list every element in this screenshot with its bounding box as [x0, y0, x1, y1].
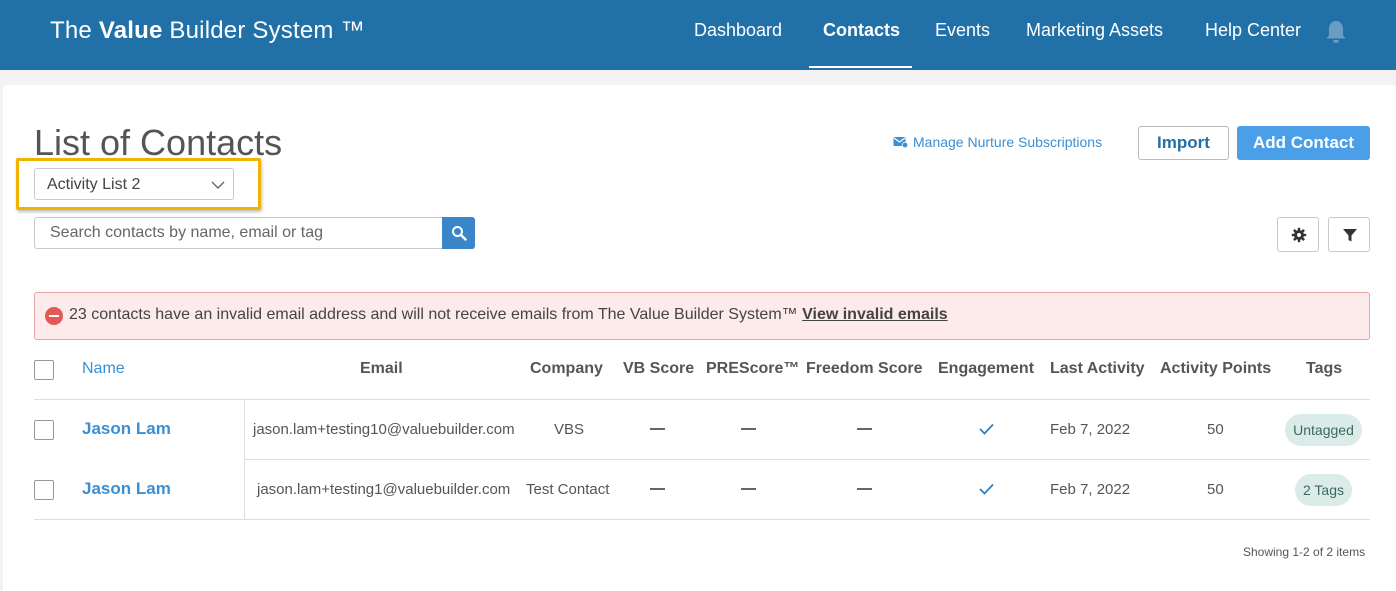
invalid-email-alert: 23 contacts have an invalid email addres… — [34, 292, 1370, 340]
nav-help-center[interactable]: Help Center — [1205, 20, 1301, 41]
nav-marketing-assets[interactable]: Marketing Assets — [1026, 20, 1163, 41]
tag-badge[interactable]: Untagged — [1285, 414, 1362, 446]
row-divider — [34, 519, 1370, 520]
last-activity-date: Feb 7, 2022 — [1050, 481, 1131, 498]
filter-button[interactable] — [1328, 217, 1370, 252]
contact-email: jason.lam+testing1@valuebuilder.com — [257, 481, 511, 498]
import-button[interactable]: Import — [1138, 126, 1229, 160]
contact-name-link[interactable]: Jason Lam — [82, 419, 171, 439]
engagement-check-icon — [979, 423, 994, 435]
contact-list-dropdown[interactable]: Activity List 2 — [34, 168, 234, 200]
alert-message: 23 contacts have an invalid email addres… — [69, 306, 798, 323]
nav-contacts[interactable]: Contacts — [823, 20, 900, 41]
prescore-empty — [741, 428, 756, 430]
contact-company: VBS — [554, 421, 585, 438]
brand-suffix: Builder System ™ — [162, 17, 365, 44]
freedom-score-empty — [857, 428, 872, 430]
view-invalid-emails-link[interactable]: View invalid emails — [802, 306, 948, 323]
nav-events[interactable]: Events — [935, 20, 990, 41]
column-header-tags: Tags — [1306, 360, 1343, 377]
pagination-summary: Showing 1-2 of 2 items — [1243, 545, 1366, 559]
active-nav-indicator — [809, 66, 912, 68]
column-header-vb-score: VB Score — [623, 360, 695, 377]
add-contact-button[interactable]: Add Contact — [1237, 126, 1370, 160]
bell-icon[interactable] — [1324, 19, 1348, 45]
search-icon — [452, 226, 467, 241]
search-input[interactable] — [34, 217, 443, 249]
contact-name-link[interactable]: Jason Lam — [82, 479, 171, 499]
tag-badge[interactable]: 2 Tags — [1295, 474, 1352, 506]
row-divider — [244, 459, 1370, 460]
nav-dashboard[interactable]: Dashboard — [694, 20, 782, 41]
mail-settings-icon — [893, 137, 908, 148]
column-header-company: Company — [530, 360, 603, 377]
select-all-checkbox[interactable] — [34, 360, 54, 380]
manage-nurture-label: Manage Nurture Subscriptions — [913, 134, 1103, 150]
column-header-activity-points: Activity Points — [1160, 360, 1272, 377]
row-divider — [34, 399, 1370, 400]
column-header-last-activity: Last Activity — [1050, 360, 1145, 377]
column-header-name[interactable]: Name — [82, 360, 125, 378]
row-checkbox[interactable] — [34, 420, 54, 440]
row-checkbox[interactable] — [34, 480, 54, 500]
top-navigation-bar: The Value Builder System ™ Dashboard Con… — [0, 0, 1396, 70]
vb-score-empty — [650, 488, 665, 490]
contact-email: jason.lam+testing10@valuebuilder.com — [253, 421, 515, 438]
settings-button[interactable] — [1277, 217, 1319, 252]
contact-list-value: Activity List 2 — [47, 176, 141, 193]
activity-points: 50 — [1207, 421, 1224, 438]
error-icon — [45, 307, 63, 325]
search-button[interactable] — [442, 217, 475, 249]
freedom-score-empty — [857, 488, 872, 490]
last-activity-date: Feb 7, 2022 — [1050, 421, 1131, 438]
brand-prefix: The — [50, 17, 99, 44]
alert-text-container: 23 contacts have an invalid email addres… — [69, 306, 948, 324]
contact-company: Test Contact — [526, 481, 610, 498]
column-header-freedom-score: Freedom Score — [806, 360, 923, 377]
column-header-prescore: PREScore™ — [706, 360, 800, 377]
prescore-empty — [741, 488, 756, 490]
chevron-down-icon — [211, 181, 225, 189]
column-divider — [244, 400, 245, 520]
engagement-check-icon — [979, 483, 994, 495]
filter-icon — [1343, 229, 1357, 242]
column-header-engagement: Engagement — [938, 360, 1035, 377]
app-brand[interactable]: The Value Builder System ™ — [50, 17, 365, 45]
gear-icon — [1291, 227, 1307, 243]
brand-bold: Value — [98, 17, 163, 44]
vb-score-empty — [650, 428, 665, 430]
column-header-email: Email — [360, 360, 403, 377]
activity-points: 50 — [1207, 481, 1224, 498]
